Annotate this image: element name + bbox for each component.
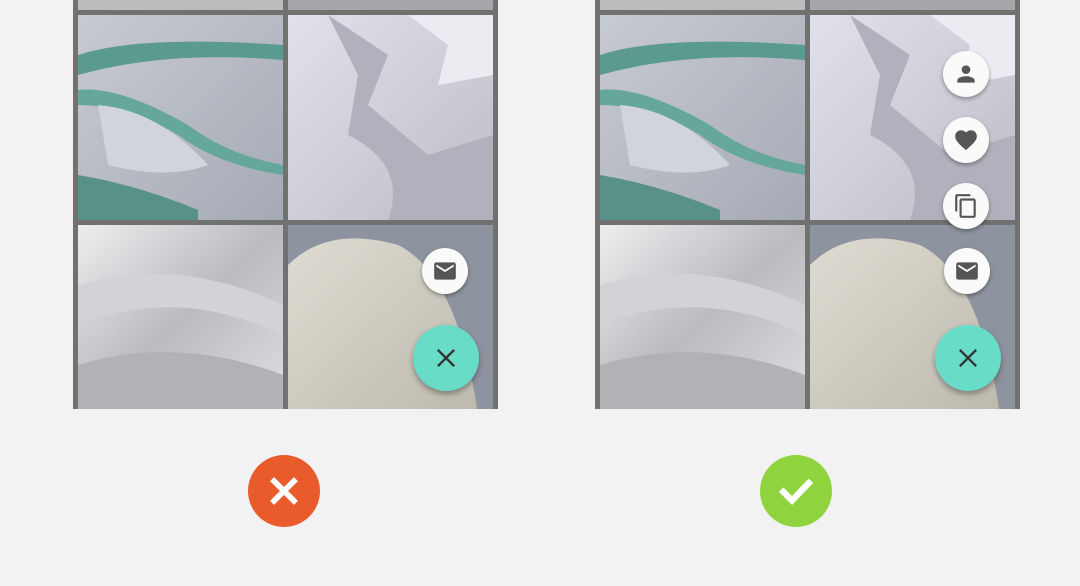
correct-badge: [760, 455, 832, 527]
photo-tile-snow[interactable]: [810, 15, 1015, 220]
close-fab-button[interactable]: [413, 325, 479, 391]
photo-tile-snow[interactable]: [288, 15, 493, 220]
photo-tile[interactable]: [600, 0, 805, 10]
person-action-button[interactable]: [943, 51, 989, 97]
mail-action-button[interactable]: [944, 248, 990, 294]
photo-tile[interactable]: [288, 0, 493, 10]
cross-icon: [270, 477, 298, 505]
person-icon: [957, 65, 975, 83]
phone-example-correct: [595, 0, 1020, 409]
mail-action-button[interactable]: [422, 248, 468, 294]
photo-tile-ice[interactable]: [78, 15, 283, 220]
incorrect-badge: [248, 455, 320, 527]
photo-tile[interactable]: [810, 0, 1015, 10]
photo-tile[interactable]: [78, 0, 283, 10]
close-fab-button[interactable]: [935, 325, 1001, 391]
mail-icon: [956, 262, 978, 280]
copy-action-button[interactable]: [943, 183, 989, 229]
photo-tile-dune[interactable]: [600, 225, 805, 409]
close-icon: [958, 348, 978, 368]
heart-icon: [955, 130, 977, 151]
close-icon: [436, 348, 456, 368]
photo-tile-dune[interactable]: [78, 225, 283, 409]
mail-icon: [434, 262, 456, 280]
photo-tile-ice[interactable]: [600, 15, 805, 220]
check-icon: [778, 478, 814, 506]
copy-icon: [955, 194, 976, 218]
favorite-action-button[interactable]: [943, 117, 989, 163]
phone-example-incorrect: [73, 0, 498, 409]
